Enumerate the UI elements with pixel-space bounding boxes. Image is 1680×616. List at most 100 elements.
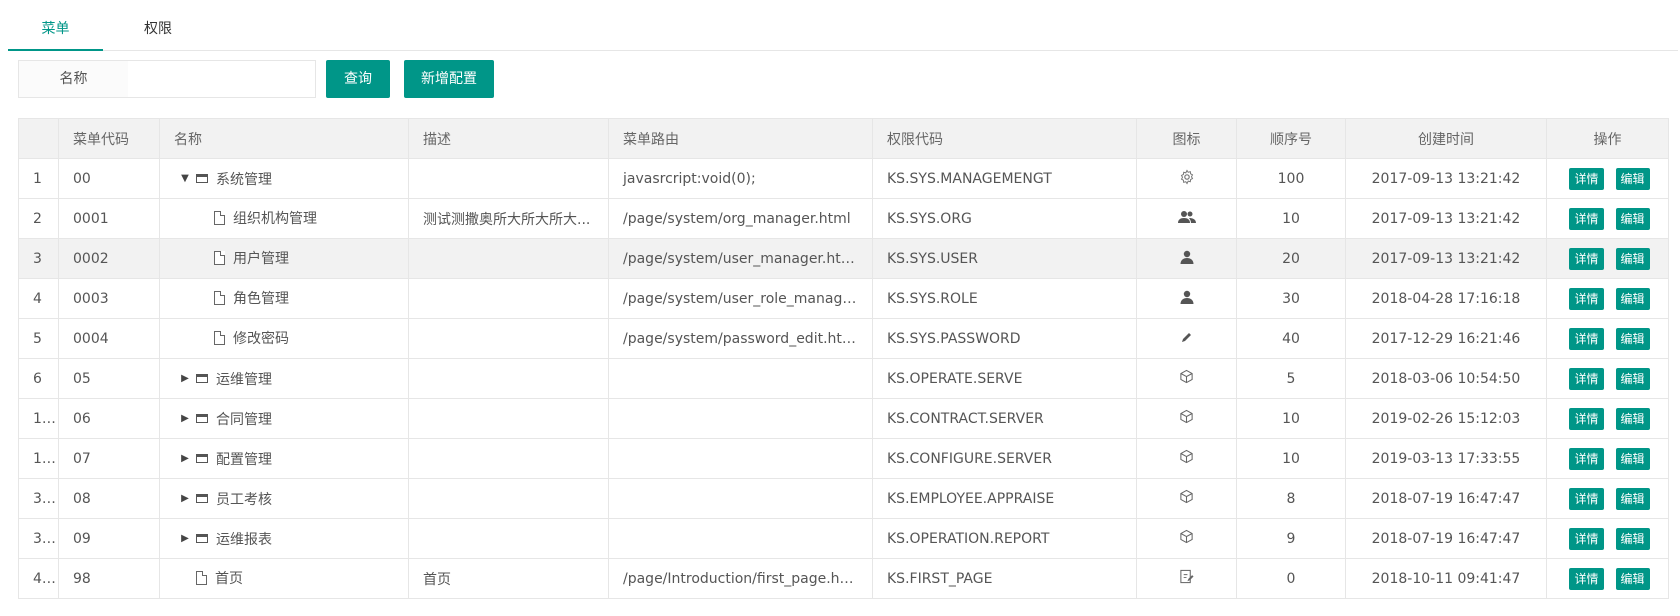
search-input[interactable] [128,60,316,98]
expand-arrow-icon[interactable]: ▶ [178,493,192,504]
cell-order: 20 [1236,238,1346,279]
detail-button[interactable]: 详情 [1569,487,1604,510]
file-icon [214,291,225,305]
table-row[interactable]: 33 08 ▶ 员工考核 KS.EMPLOYEE.APPRAISE 8 2018-07-19… [18,478,1669,519]
tree-node-label[interactable]: 首页 [215,568,243,588]
file-icon [214,251,225,265]
cell-description: 测试测撒奥所大所大所大... [408,198,609,239]
tree-node-label[interactable]: 系统管理 [216,169,272,189]
cell-name: 组织机构管理 [159,198,409,239]
header-description: 描述 [408,118,609,159]
edit-button[interactable]: 编辑 [1615,247,1650,270]
cell-icon [1136,438,1237,479]
table-row[interactable]: 17 06 ▶ 合同管理 KS.CONTRACT.SERVER 10 2019-02-26 … [18,398,1669,439]
cell-created-time: 2017-09-13 13:21:42 [1345,238,1547,279]
folder-icon [196,534,208,543]
cell-order: 10 [1236,198,1346,239]
table-row[interactable]: 19 07 ▶ 配置管理 KS.CONFIGURE.SERVER 10 2019-03-13… [18,438,1669,479]
edit-button[interactable]: 编辑 [1615,447,1650,470]
cell-name: ▶ 配置管理 [159,438,409,479]
user-icon [1180,289,1194,308]
edit-button[interactable]: 编辑 [1615,567,1650,590]
folder-icon [196,374,208,383]
table-row[interactable]: 48 98 首页 首页/page/Introduction/first_page.ht… [18,558,1669,599]
detail-button[interactable]: 详情 [1569,407,1604,430]
table-row[interactable]: 6 05 ▶ 运维管理 KS.OPERATE.SERVE 5 2018-03-06 10:5… [18,358,1669,399]
cube-icon [1179,489,1194,508]
tab-menu[interactable]: 菜单 [8,0,103,51]
edit-button[interactable]: 编辑 [1615,407,1650,430]
cell-permission-code: KS.EMPLOYEE.APPRAISE [872,478,1137,519]
cell-actions: 详情 编辑 [1546,558,1669,599]
detail-button[interactable]: 详情 [1569,447,1604,470]
cell-description [408,358,609,399]
cell-menu-route: /page/system/password_edit.html [608,318,873,359]
detail-button[interactable]: 详情 [1569,367,1604,390]
add-config-button[interactable]: 新增配置 [404,60,494,98]
cell-index: 5 [18,318,59,359]
cell-actions: 详情 编辑 [1546,438,1669,479]
table-row[interactable]: 3 0002 用户管理/page/system/user_manager.html K… [18,238,1669,279]
detail-button[interactable]: 详情 [1569,287,1604,310]
cell-icon [1136,398,1237,439]
tree-node-label[interactable]: 合同管理 [216,409,272,429]
detail-button[interactable]: 详情 [1569,247,1604,270]
folder-icon [196,414,208,423]
tree-node-label[interactable]: 角色管理 [233,288,289,308]
cube-icon [1179,369,1194,388]
cell-created-time: 2018-10-11 09:41:47 [1345,558,1547,599]
tree-node-label[interactable]: 运维报表 [216,529,272,549]
tree-node-label[interactable]: 修改密码 [233,328,289,348]
cell-description [408,158,609,199]
cell-menu-code: 0004 [58,318,160,359]
cell-permission-code: KS.SYS.ORG [872,198,1137,239]
detail-button[interactable]: 详情 [1569,567,1604,590]
expand-arrow-icon[interactable]: ▶ [178,533,192,544]
table-row[interactable]: 4 0003 角色管理/page/system/user_role_manager.… [18,278,1669,319]
cell-permission-code: KS.SYS.PASSWORD [872,318,1137,359]
edit-button[interactable]: 编辑 [1615,487,1650,510]
tree-node-label[interactable]: 员工考核 [216,489,272,509]
expand-arrow-icon[interactable]: ▶ [178,373,192,384]
cell-created-time: 2018-07-19 16:47:47 [1345,478,1547,519]
table-row[interactable]: 1 00 ▼ 系统管理 javasrcript:void(0); KS.SYS.MANAG… [18,158,1669,199]
detail-button[interactable]: 详情 [1569,207,1604,230]
cell-menu-code: 06 [58,398,160,439]
search-label: 名称 [18,60,129,98]
tree-node-label[interactable]: 配置管理 [216,449,272,469]
cell-description [408,318,609,359]
edit-button[interactable]: 编辑 [1615,367,1650,390]
edit-button[interactable]: 编辑 [1615,167,1650,190]
cell-created-time: 2018-07-19 16:47:47 [1345,518,1547,559]
cell-order: 9 [1236,518,1346,559]
cell-created-time: 2018-04-28 17:16:18 [1345,278,1547,319]
table-row[interactable]: 2 0001 组织机构管理 测试测撒奥所大所大所大.../page/system/or… [18,198,1669,239]
cell-order: 40 [1236,318,1346,359]
detail-button[interactable]: 详情 [1569,527,1604,550]
table-row[interactable]: 37 09 ▶ 运维报表 KS.OPERATION.REPORT 9 2018-07-19 … [18,518,1669,559]
cell-permission-code: KS.SYS.ROLE [872,278,1137,319]
cell-permission-code: KS.FIRST_PAGE [872,558,1137,599]
cell-actions: 详情 编辑 [1546,398,1669,439]
expand-arrow-icon[interactable]: ▶ [178,413,192,424]
cell-index: 1 [18,158,59,199]
cell-index: 2 [18,198,59,239]
tree-node-label[interactable]: 用户管理 [233,248,289,268]
expand-arrow-icon[interactable]: ▶ [178,453,192,464]
tab-permission[interactable]: 权限 [113,0,203,50]
tree-node-label[interactable]: 运维管理 [216,369,272,389]
header-index [18,118,59,159]
detail-button[interactable]: 详情 [1569,327,1604,350]
edit-button[interactable]: 编辑 [1615,287,1650,310]
edit-button[interactable]: 编辑 [1615,327,1650,350]
detail-button[interactable]: 详情 [1569,167,1604,190]
query-button[interactable]: 查询 [326,60,390,98]
cell-name: ▶ 运维管理 [159,358,409,399]
cell-menu-code: 0001 [58,198,160,239]
tree-node-label[interactable]: 组织机构管理 [233,208,317,228]
edit-button[interactable]: 编辑 [1615,207,1650,230]
edit-button[interactable]: 编辑 [1615,527,1650,550]
cell-icon [1136,158,1237,199]
collapse-arrow-icon[interactable]: ▼ [178,173,192,184]
table-row[interactable]: 5 0004 修改密码/page/system/password_edit.html… [18,318,1669,359]
